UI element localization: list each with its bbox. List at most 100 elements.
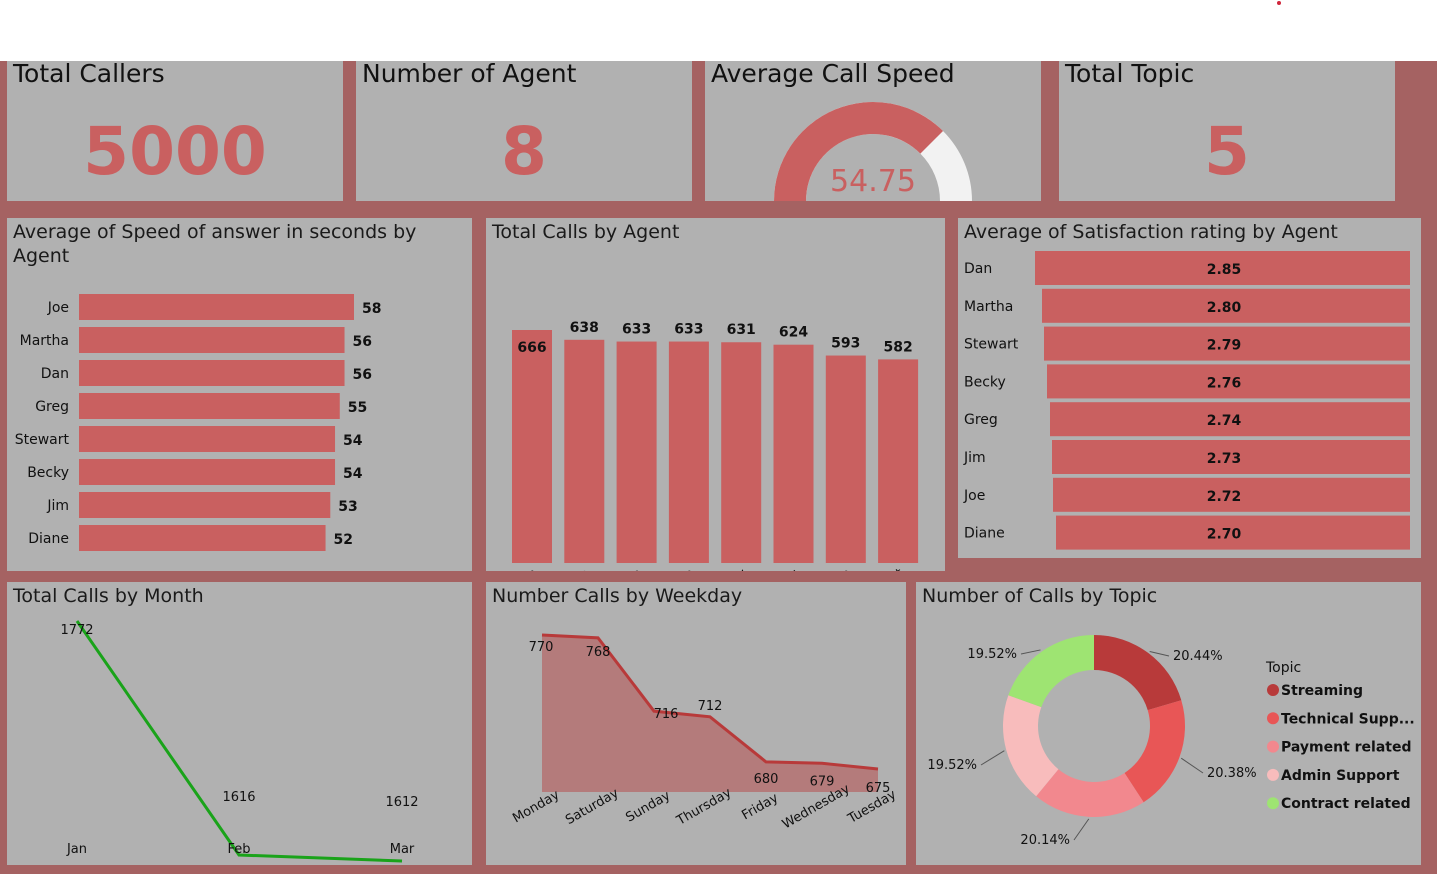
weekday-data-label: 768 <box>586 645 611 660</box>
speed-bar-value: 55 <box>348 400 367 416</box>
calls-bar-value: 624 <box>779 325 808 341</box>
calls-bar-value: 638 <box>570 320 599 336</box>
kpi-number-of-agent[interactable]: Number of Agent 8 <box>356 61 692 201</box>
speed-bar <box>79 525 326 551</box>
sat-agent-label: Diane <box>964 526 1005 542</box>
speed-bar <box>79 459 336 485</box>
speed-bar-value: 56 <box>353 367 372 383</box>
calls-agent-label: Dan <box>615 566 645 571</box>
calls-bar-chart: 666 Jim 638 Martha 633 Dan 633 Diane 631 Becky 624… <box>512 320 919 571</box>
month-series-line <box>75 620 403 863</box>
calls-bar-value: 633 <box>674 322 703 338</box>
sat-agent-label: Becky <box>964 374 1006 390</box>
topic-legend-swatch <box>1267 684 1279 696</box>
panel-calls-by-topic[interactable]: Number of Calls by Topic 20.44% 20.38% 20.… <box>916 582 1421 865</box>
sat-bar-value: 2.73 <box>1207 451 1242 467</box>
topic-leader-line <box>980 750 1005 766</box>
topic-data-label: 20.44% <box>1173 649 1223 664</box>
speed-agent-label: Dan <box>41 366 69 382</box>
topic-data-label: 20.38% <box>1207 766 1257 781</box>
month-tick-label: Feb <box>227 842 250 857</box>
speed-agent-label: Joe <box>47 300 69 316</box>
topic-legend-label: Streaming <box>1281 683 1363 699</box>
topic-legend-label: Payment related <box>1281 740 1412 756</box>
sat-bar-value: 2.72 <box>1207 489 1242 505</box>
kpi-total-callers[interactable]: Total Callers 5000 <box>7 61 343 201</box>
weekday-tick-label: Friday <box>739 790 781 823</box>
topic-data-label: 19.52% <box>967 647 1017 662</box>
dashboard-canvas: Total Callers 5000 Number of Agent 8 Ave… <box>0 61 1437 874</box>
calls-bar-value: 593 <box>831 336 860 352</box>
weekday-data-label: 712 <box>698 699 723 714</box>
speed-bar-value: 58 <box>362 301 381 317</box>
speed-agent-label: Greg <box>35 399 69 415</box>
calls-agent-label: Becky <box>709 566 750 571</box>
calls-bar-value: 582 <box>883 339 912 355</box>
kpi-total-topic[interactable]: Total Topic 5 <box>1059 61 1395 201</box>
sat-agent-label: Joe <box>963 488 985 504</box>
sat-bar-value: 2.70 <box>1207 527 1242 543</box>
speed-bar <box>79 426 336 452</box>
speed-bar-value: 56 <box>353 334 372 350</box>
topic-legend-swatch <box>1267 740 1279 753</box>
topic-leader-line <box>1149 651 1170 657</box>
calls-bar-value: 666 <box>517 340 546 356</box>
speed-agent-label: Becky <box>27 465 69 481</box>
weekday-tick-label: Saturday <box>563 786 621 828</box>
topic-data-label: 19.52% <box>927 758 977 773</box>
panel-calls-by-month[interactable]: Total Calls by Month 1772 Jan 1616 Feb 1612 M… <box>7 582 472 865</box>
sat-bar-value: 2.80 <box>1207 300 1242 316</box>
speed-bar <box>79 360 345 386</box>
top-bar <box>0 0 1437 61</box>
kpi-title: Total Topic <box>1065 61 1195 88</box>
calls-agent-label: Diane <box>658 566 698 571</box>
weekday-tick-label: Sunday <box>623 788 673 825</box>
sat-agent-label: Stewart <box>964 337 1019 353</box>
month-data-label: 1772 <box>60 623 93 638</box>
month-data-label: 1616 <box>222 790 255 805</box>
sat-agent-label: Dan <box>964 261 992 277</box>
calls-bar-value: 631 <box>727 322 756 338</box>
kpi-value: 8 <box>501 113 547 190</box>
calls-bar <box>878 359 919 563</box>
weekday-data-label: 716 <box>654 707 679 722</box>
kpi-title: Total Callers <box>13 61 165 88</box>
kpi-value: 5 <box>1204 113 1250 190</box>
topic-legend-label: Contract related <box>1281 796 1411 812</box>
calls-agent-label: Stewart <box>857 566 907 571</box>
calls-bar <box>512 330 552 563</box>
speed-agent-label: Jim <box>46 498 69 514</box>
panel-speed-by-agent[interactable]: Average of Speed of answer in seconds by… <box>7 218 472 571</box>
speed-bar <box>79 294 354 320</box>
sat-bar-value: 2.76 <box>1207 375 1242 391</box>
calls-bar <box>773 344 814 563</box>
topic-donut-chart: 20.44% 20.38% 20.14% 19.52% 19.52% Topic Strea… <box>927 635 1415 848</box>
month-tick-label: Mar <box>390 842 415 857</box>
speed-bar-value: 53 <box>338 499 357 515</box>
sat-bar-value: 2.74 <box>1207 413 1242 429</box>
satisfaction-bar-chart: Dan 2.85 Martha 2.80 Stewart 2.79 Becky 2.76 Gre… <box>963 251 1410 550</box>
topic-legend-label: Technical Supp... <box>1281 711 1415 727</box>
sat-agent-label: Jim <box>963 450 986 466</box>
kpi-average-call-speed[interactable]: Average Call Speed 54.75 <box>705 61 1041 201</box>
topic-legend-label: Admin Support <box>1281 768 1400 784</box>
calls-agent-label: Martha <box>546 566 592 571</box>
sat-agent-label: Martha <box>964 299 1013 315</box>
sat-agent-label: Greg <box>964 412 998 428</box>
panel-calls-by-agent[interactable]: Total Calls by Agent 666Jim638Martha633D… <box>486 218 945 571</box>
kpi-title: Number of Agent <box>362 61 577 88</box>
calls-agent-label: Joe <box>828 566 854 571</box>
calls-bar <box>616 341 657 563</box>
topic-legend-swatch <box>1267 768 1279 781</box>
topic-leader-line <box>1020 649 1041 655</box>
calls-bar <box>668 341 709 563</box>
speed-bar-chart: Joe 58 Martha 56 Dan 56 Greg 55 Stewart 54 Becky 54… <box>15 294 381 551</box>
calls-bar <box>564 339 605 563</box>
topic-leader-line <box>1180 757 1204 774</box>
month-line-chart: 1772 Jan 1616 Feb 1612 Mar <box>60 620 419 863</box>
weekday-data-label: 770 <box>529 640 554 655</box>
panel-calls-by-weekday[interactable]: Number Calls by Weekday 770 Monday 768 Satu… <box>486 582 906 865</box>
panel-satisfaction-by-agent[interactable]: Average of Satisfaction rating by Agent … <box>958 218 1421 558</box>
speed-bar-value: 52 <box>334 532 353 548</box>
weekday-tick-label: Monday <box>510 787 562 826</box>
